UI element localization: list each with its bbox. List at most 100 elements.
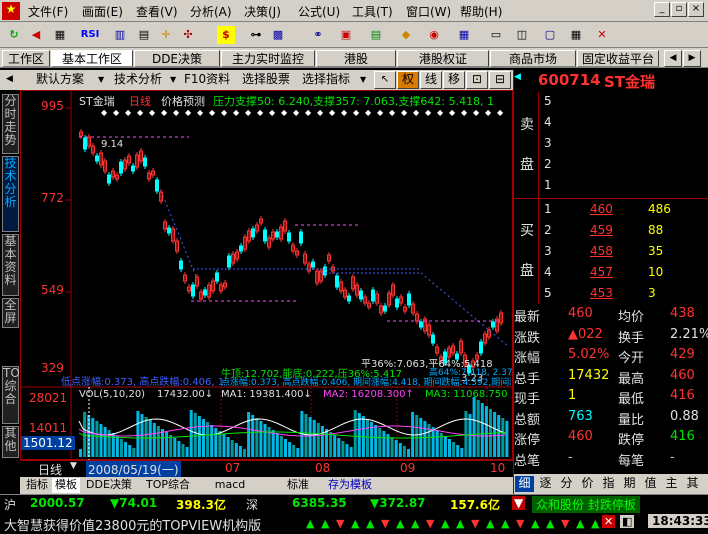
multi-window-icon[interactable]: ▩ — [268, 25, 288, 45]
volume-bar — [390, 437, 394, 457]
chart-area[interactable]: ◆ ◆ ◆ ◆ ◆ ◆ ◆ ◆ ◆ ◆ ◆ ◆ ◆ ◆ ◆ ◆ ◆ ◆ ◆ ◆ ◆ ◆ ◆ ◆ ◆ ◆ ◆ ◆ ◆ ◆ ◆ ◆ ◆ ◆ ST金瑞 … — [20, 90, 515, 461]
volume-bar — [136, 411, 140, 457]
quote-tab-2[interactable]: 分 — [557, 476, 576, 492]
tab-template[interactable]: 模板 — [52, 478, 80, 493]
tab-technical-analysis[interactable]: 技术分析 — [2, 156, 19, 232]
save-template-button[interactable]: 存为模板 — [320, 478, 380, 493]
trend-icon[interactable]: ⊶ — [246, 25, 266, 45]
diamond-icon[interactable]: ◆ — [396, 25, 416, 45]
exit-icon[interactable]: ✕ — [592, 25, 612, 45]
forecast-marker: ◆ — [413, 108, 420, 117]
menu-window[interactable]: 窗口(W) — [406, 3, 451, 20]
quote-tab-3[interactable]: 价 — [578, 476, 597, 492]
level-number: 2 — [544, 223, 552, 237]
select-stock-button[interactable]: 选择股票 — [242, 71, 290, 89]
tab-time-trend[interactable]: 分时走势 — [2, 94, 19, 154]
dollar-icon[interactable]: $ — [216, 25, 236, 45]
tabs-scroll-left-icon[interactable]: ◀ — [664, 50, 682, 67]
rights-button[interactable]: 权 — [397, 71, 419, 89]
quote-tab-1[interactable]: 逐 — [536, 476, 555, 492]
quote-prev-icon[interactable]: ◀ — [514, 72, 521, 82]
quote-tab-4[interactable]: 指 — [599, 476, 618, 492]
chart-type-icon[interactable]: ▤ — [134, 25, 154, 45]
report-icon[interactable]: ▣ — [336, 25, 356, 45]
alert-icon[interactable]: ◉ — [424, 25, 444, 45]
compare-icon[interactable]: ▥ — [110, 25, 130, 45]
restore-button[interactable]: ▫ — [671, 2, 687, 17]
tab-indicator[interactable]: 指标 — [22, 478, 52, 493]
ticker-arrow-icon: ▲ — [396, 517, 405, 530]
tabs-scroll-right-icon[interactable]: ▶ — [683, 50, 701, 67]
quote-tab-8[interactable]: 其 — [683, 476, 702, 492]
line-button[interactable]: 线 — [420, 71, 442, 89]
tab-hk-stock[interactable]: 港股 — [316, 50, 396, 67]
period-dropdown-icon[interactable]: ▼ — [70, 461, 77, 471]
candle-body — [95, 155, 99, 162]
tab-main-monitor[interactable]: 主力实时监控 — [221, 50, 315, 67]
menu-analysis[interactable]: 分析(A) — [190, 3, 232, 20]
tab-top-composite-bottom[interactable]: TOP综合 — [138, 478, 198, 493]
bookmark-icon[interactable]: ▤ — [366, 25, 386, 45]
kline-icon[interactable]: ▦ — [50, 25, 70, 45]
tab-fullscreen[interactable]: 全屏 — [2, 298, 19, 328]
volume-bar — [476, 400, 480, 457]
f10-button[interactable]: F10资料 — [184, 71, 230, 89]
volume-bar — [161, 429, 164, 457]
close-button[interactable]: × — [688, 2, 704, 17]
tab-dde-decision[interactable]: DDE决策 — [82, 478, 136, 493]
binoculars-icon[interactable]: ⚭ — [308, 25, 328, 45]
stat-value: 763 — [568, 408, 593, 424]
move-button[interactable]: 移 — [443, 71, 465, 89]
crosshair-icon[interactable]: ✣ — [178, 25, 198, 45]
tech-analysis-select[interactable]: 技术分析 — [114, 71, 162, 89]
volume-bar — [288, 442, 292, 457]
refresh-icon[interactable]: ↻ — [4, 25, 24, 45]
menu-view-screen[interactable]: 画面(E) — [82, 3, 123, 20]
level-volume: 35 — [648, 244, 664, 258]
menu-tools[interactable]: 工具(T) — [352, 3, 393, 20]
tab-workspace[interactable]: 工作区 — [2, 50, 50, 67]
menu-view[interactable]: 查看(V) — [136, 3, 178, 20]
tab-others[interactable]: 其他 — [2, 426, 19, 458]
tab-fixed-income[interactable]: 固定收益平台 — [577, 50, 659, 67]
menu-file[interactable]: 文件(F) — [28, 3, 68, 20]
grid-icon[interactable]: ▦ — [566, 25, 586, 45]
menu-help[interactable]: 帮助(H) — [460, 3, 502, 20]
minimize-button[interactable]: _ — [654, 2, 670, 17]
cursor-button-icon[interactable]: ↖ — [374, 71, 396, 89]
calculator-icon[interactable]: ▦ — [454, 25, 474, 45]
tab-hk-warrant[interactable]: 港股权证 — [397, 50, 489, 67]
tab-top-composite[interactable]: TOP综合 — [2, 366, 27, 424]
scheme-select[interactable]: 默认方案 — [36, 71, 84, 89]
layout-icon[interactable]: ◫ — [512, 25, 532, 45]
quote-tab-5[interactable]: 期 — [620, 476, 639, 492]
quote-tab-7[interactable]: 主 — [662, 476, 681, 492]
menu-formula[interactable]: 公式(U) — [298, 3, 340, 20]
zoom-out-icon[interactable]: ⊟ — [489, 71, 511, 89]
tab-commodity[interactable]: 商品市场 — [490, 50, 576, 67]
menu-decision[interactable]: 决策(J) — [244, 3, 281, 20]
quote-tab-6[interactable]: 值 — [641, 476, 660, 492]
candle-body — [479, 341, 483, 354]
tab-dde[interactable]: DDE决策 — [134, 50, 220, 67]
tab-macd[interactable]: macd — [200, 478, 260, 493]
tab-standard[interactable]: 标准 — [278, 478, 318, 493]
quote-tab-0[interactable]: 细 — [515, 476, 534, 492]
select-indicator-button[interactable]: 选择指标 — [302, 71, 350, 89]
tab-basic-info[interactable]: 基本资料 — [2, 234, 19, 296]
stat-label: 量比 — [618, 412, 645, 428]
cross-icon[interactable]: ✛ — [156, 25, 176, 45]
zoom-in-icon[interactable]: ⊡ — [466, 71, 488, 89]
ticker-text[interactable]: 大智慧获得价值23800元的TOPVIEW机构版 — [4, 515, 304, 534]
close-ticker-icon[interactable]: ✕ — [602, 515, 616, 528]
prev-arrow-icon[interactable]: ◀ — [6, 71, 13, 89]
news-alert[interactable]: 众和股份 封跌停板 — [532, 496, 640, 513]
kline-chart[interactable]: ◆ ◆ ◆ ◆ ◆ ◆ ◆ ◆ ◆ ◆ ◆ ◆ ◆ ◆ ◆ ◆ ◆ ◆ ◆ ◆ ◆ ◆ ◆ ◆ ◆ ◆ ◆ ◆ ◆ ◆ ◆ ◆ ◆ ◆ — [21, 91, 514, 461]
candle-body — [395, 298, 399, 308]
screen-icon[interactable]: ▭ — [486, 25, 506, 45]
speaker-icon[interactable]: ◧ — [620, 515, 635, 528]
tab-basic-workspace[interactable]: 基本工作区 — [51, 50, 133, 67]
rsi-icon[interactable]: RSI — [72, 25, 108, 45]
back-icon[interactable]: ◀ — [26, 25, 46, 45]
window-icon[interactable]: ▢ — [540, 25, 560, 45]
